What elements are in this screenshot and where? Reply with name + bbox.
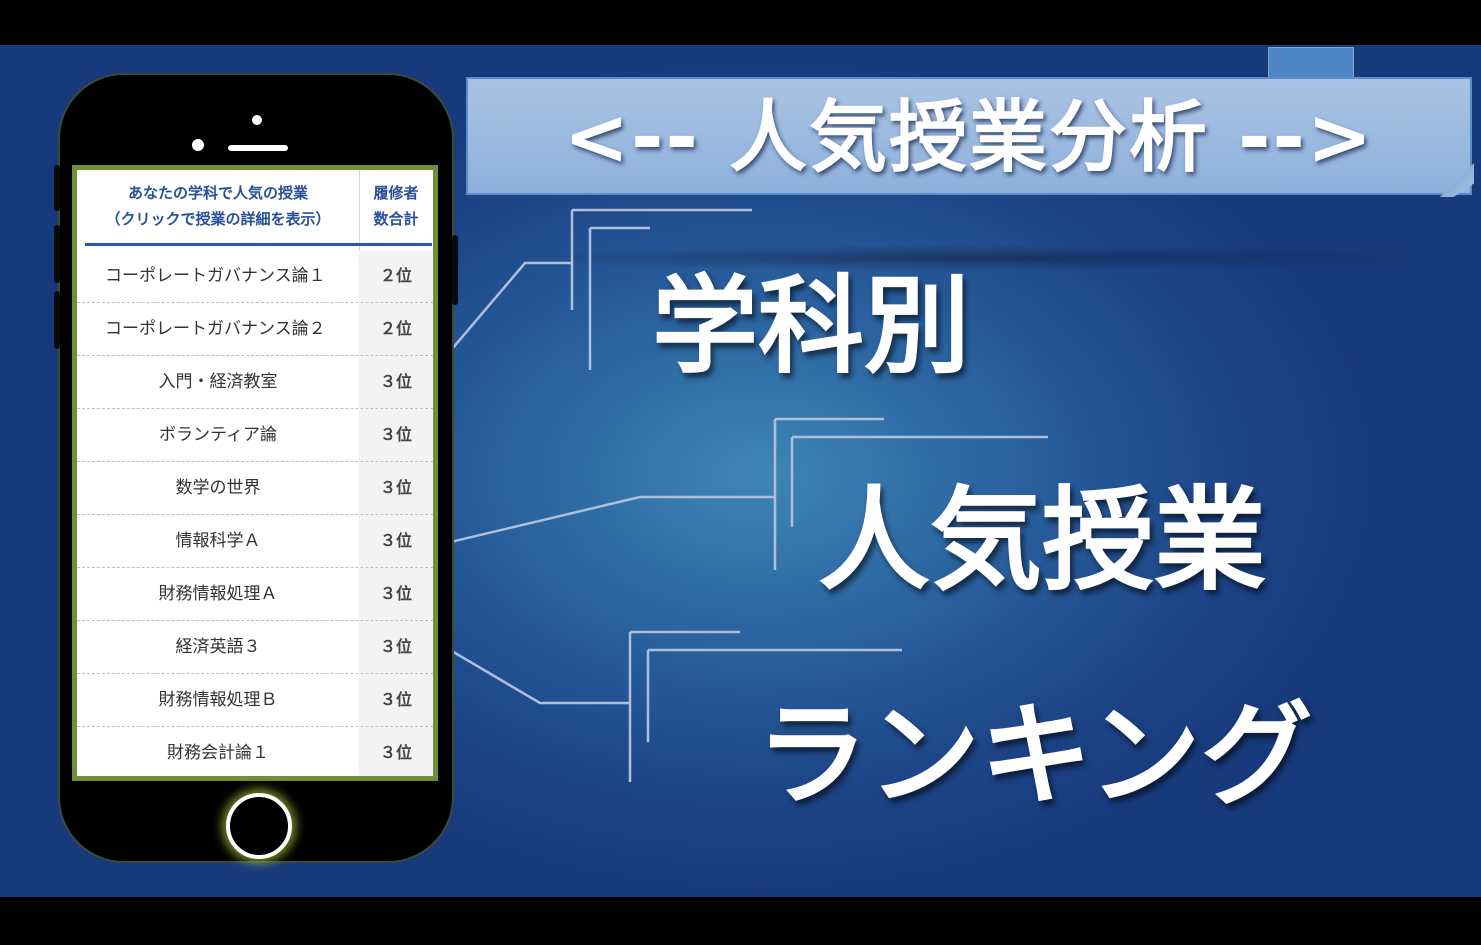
phone-side-button [54, 165, 60, 211]
bracket-3a [628, 630, 740, 782]
course-rank: ３位 [359, 568, 433, 620]
course-rank: ２位 [359, 303, 433, 355]
course-rank: ３位 [359, 674, 433, 726]
phone-speaker [228, 145, 288, 151]
course-name-link[interactable]: 入門・経済教室 [77, 356, 359, 408]
course-rank: ３位 [359, 356, 433, 408]
phone-screen: あなたの学科で人気の授業 （クリックで授業の詳細を表示） 履修者 数合計 コーポ… [72, 165, 438, 781]
phone-camera [192, 139, 204, 151]
table-row[interactable]: コーポレートガバナンス論１ ２位 [77, 250, 433, 303]
phone-sensor [252, 115, 262, 125]
phone-volume-down-button [54, 291, 60, 349]
slide-background: <-- 人気授業分析 --> 学科別 人気授業 ランキング あなたの学科で人気の… [0, 45, 1481, 897]
course-rank: ３位 [359, 515, 433, 567]
home-button[interactable] [226, 793, 292, 859]
course-name-link[interactable]: 経済英語３ [77, 621, 359, 673]
header-underline [85, 243, 432, 246]
table-row[interactable]: 入門・経済教室 ３位 [77, 356, 433, 409]
keyword-popular-courses: 人気授業 [818, 476, 1266, 606]
course-name-link[interactable]: 財務情報処理Ｂ [77, 674, 359, 726]
course-name-link[interactable]: 数学の世界 [77, 462, 359, 514]
course-name-link[interactable]: 財務情報処理Ａ [77, 568, 359, 620]
course-name-link[interactable]: 情報科学Ａ [77, 515, 359, 567]
keyword-department: 学科別 [652, 265, 970, 388]
course-rank: ３位 [359, 621, 433, 673]
course-name-link[interactable]: 財務会計論１ [77, 727, 359, 776]
table-row[interactable]: コーポレートガバナンス論２ ２位 [77, 303, 433, 356]
bracket-1b [588, 226, 650, 370]
course-rank: ２位 [359, 250, 433, 302]
table-row[interactable]: 財務情報処理Ｂ ３位 [77, 674, 433, 727]
course-rank: ３位 [359, 727, 433, 776]
bottom-letterbox [0, 897, 1481, 945]
phone-volume-up-button [54, 225, 60, 283]
keyword-ranking: ランキング [756, 691, 1313, 821]
course-name-link[interactable]: コーポレートガバナンス論１ [77, 250, 359, 302]
course-name-link[interactable]: ボランティア論 [77, 409, 359, 461]
rank-column-header: 履修者 数合計 [373, 184, 419, 228]
course-rank: ３位 [359, 462, 433, 514]
table-row[interactable]: 財務情報処理Ａ ３位 [77, 568, 433, 621]
table-row[interactable]: ボランティア論 ３位 [77, 409, 433, 462]
column-divider [359, 170, 360, 250]
course-rank: ３位 [359, 409, 433, 461]
course-name-link[interactable]: コーポレートガバナンス論２ [77, 303, 359, 355]
table-header: あなたの学科で人気の授業 （クリックで授業の詳細を表示） 履修者 数合計 [77, 170, 433, 250]
table-row[interactable]: 数学の世界 ３位 [77, 462, 433, 515]
phone-power-button [452, 235, 458, 305]
table-row[interactable]: 財務会計論１ ３位 [77, 727, 433, 776]
table-row[interactable]: 情報科学Ａ ３位 [77, 515, 433, 568]
course-column-header: あなたの学科で人気の授業 （クリックで授業の詳細を表示） [105, 184, 331, 228]
table-row[interactable]: 経済英語３ ３位 [77, 621, 433, 674]
